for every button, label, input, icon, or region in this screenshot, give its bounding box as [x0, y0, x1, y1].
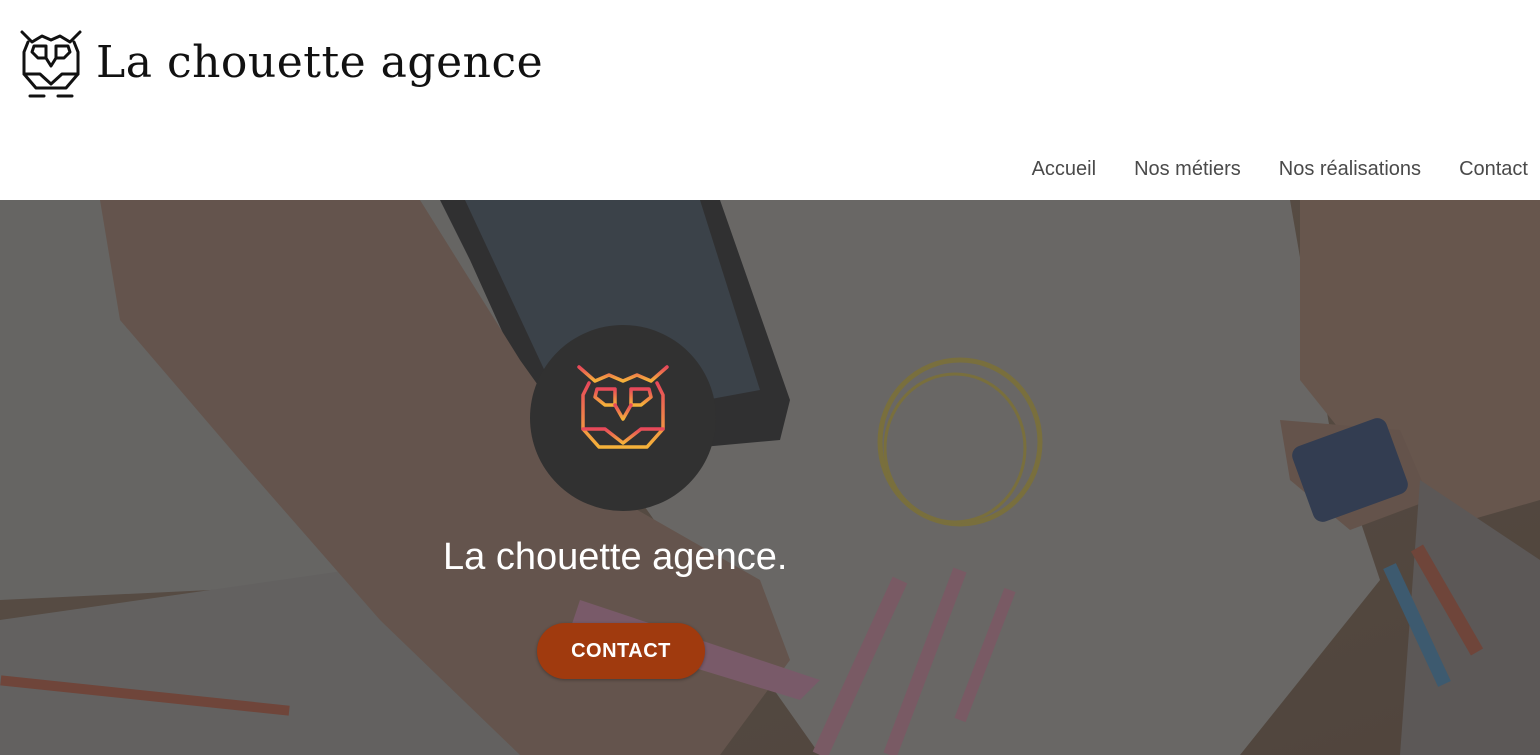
nav-item-nos-metiers[interactable]: Nos métiers [1134, 158, 1241, 181]
owl-icon [577, 365, 669, 465]
nav-item-accueil[interactable]: Accueil [1032, 158, 1096, 181]
hero-owl-badge [530, 325, 716, 511]
owl-icon [20, 30, 82, 98]
brand-logo-link[interactable]: La chouette agence [18, 26, 543, 102]
hero-title: La chouette agence. [443, 536, 788, 578]
contact-button[interactable]: CONTACT [537, 623, 705, 679]
hero-section: La chouette agence. CONTACT [0, 200, 1540, 755]
main-nav: Accueil Nos métiers Nos réalisations Con… [1032, 158, 1528, 181]
site-header: La chouette agence Accueil Nos métiers N… [0, 0, 1540, 200]
brand-name: La chouette agence [96, 36, 544, 88]
hero-background-image [0, 200, 1540, 755]
nav-item-nos-realisations[interactable]: Nos réalisations [1279, 158, 1421, 181]
nav-item-contact[interactable]: Contact [1459, 158, 1528, 181]
